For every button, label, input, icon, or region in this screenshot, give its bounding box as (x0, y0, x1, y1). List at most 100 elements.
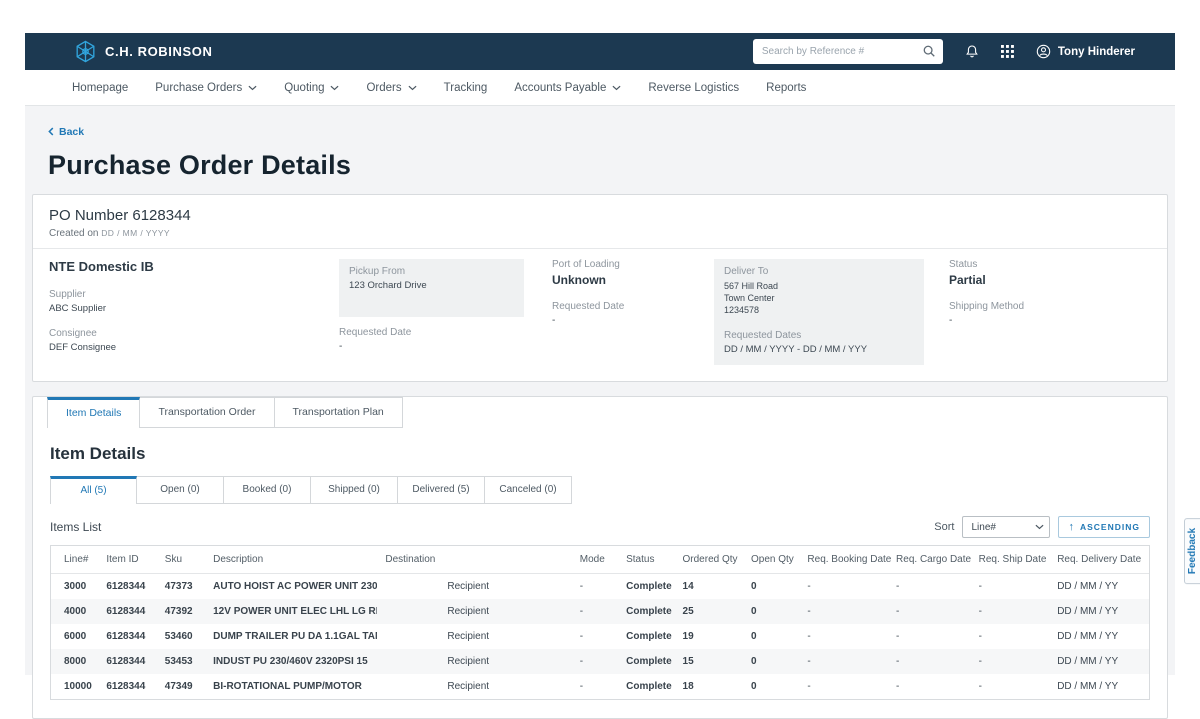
cell-line-number: 10000 (51, 674, 101, 699)
cell-description: 12V POWER UNIT ELEC LHL LG RES (208, 599, 377, 624)
sort-direction-button[interactable]: ↑ ASCENDING (1058, 516, 1150, 538)
pickup-from-value: 123 Orchard Drive (349, 280, 514, 291)
sort-select[interactable]: Line# (962, 516, 1050, 538)
cell-req-cargo-date: - (891, 649, 974, 674)
notifications-bell-icon[interactable] (965, 44, 979, 59)
table-row: 6000 6128344 53460 DUMP TRAILER PU DA 1.… (51, 624, 1149, 649)
cell-req-cargo-date: - (891, 599, 974, 624)
po-col-status: Status Partial Shipping Method - (924, 259, 1151, 365)
sort-label: Sort (934, 521, 954, 533)
table-row: 10000 6128344 47349 BI-ROTATIONAL PUMP/M… (51, 674, 1149, 699)
cell-line-number: 8000 (51, 649, 101, 674)
deliver-to-line-2: Town Center (724, 292, 914, 304)
tab-transportation-plan[interactable]: Transportation Plan (275, 397, 403, 428)
cell-sku: 47349 (160, 674, 208, 699)
subtab-booked[interactable]: Booked (0) (224, 476, 311, 504)
subtab-delivered[interactable]: Delivered (5) (398, 476, 485, 504)
subtab-open[interactable]: Open (0) (137, 476, 224, 504)
subtab-all[interactable]: All (5) (50, 476, 137, 504)
pickup-from-block: Pickup From 123 Orchard Drive (339, 259, 524, 317)
tab-item-details[interactable]: Item Details (47, 397, 140, 428)
nav-item-purchase-orders[interactable]: Purchase Orders (155, 82, 257, 94)
cell-req-delivery-date: DD / MM / YY (1052, 624, 1149, 649)
cell-req-ship-date: - (974, 649, 1053, 674)
items-list-section: Items List Sort Line# ↑ ASCENDING (50, 516, 1150, 700)
chevron-down-icon (330, 85, 339, 91)
nav-item-orders[interactable]: Orders (366, 82, 416, 94)
deliver-to-line-3: 1234578 (724, 304, 914, 316)
cell-ordered-qty: 25 (678, 599, 746, 624)
nav-item-quoting[interactable]: Quoting (284, 82, 339, 94)
cell-req-cargo-date: - (891, 574, 974, 600)
cell-item-id: 6128344 (101, 624, 159, 649)
cell-mode: - (575, 574, 621, 600)
cell-description: INDUST PU 230/460V 2320PSI 15 (208, 649, 377, 674)
table-header-row: Line# Item ID Sku Description Destinatio… (51, 546, 1149, 574)
search-input[interactable] (753, 39, 943, 64)
cell-ordered-qty: 15 (678, 649, 746, 674)
shipping-method-label: Shipping Method (949, 301, 1151, 312)
shipping-method-value: - (949, 315, 1151, 326)
user-menu[interactable]: Tony Hinderer (1036, 44, 1135, 59)
po-created-on: Created on DD / MM / YYYY (49, 228, 1151, 239)
tab-transportation-order[interactable]: Transportation Order (140, 397, 274, 428)
cell-req-ship-date: - (974, 599, 1053, 624)
cell-status: Complete (621, 574, 677, 600)
port-requested-date-label: Requested Date (552, 301, 714, 312)
cell-req-booking-date: - (802, 649, 891, 674)
chevron-left-icon (48, 127, 54, 136)
col-req-booking-date: Req. Booking Date (802, 546, 891, 574)
cell-status: Complete (621, 599, 677, 624)
apps-grid-icon[interactable] (1001, 45, 1014, 58)
cell-req-ship-date: - (974, 574, 1053, 600)
cell-description: AUTO HOIST AC POWER UNIT 230V (208, 574, 377, 600)
nav-item-tracking[interactable]: Tracking (444, 82, 488, 94)
pickup-requested-date-value: - (339, 341, 524, 352)
cell-req-cargo-date: - (891, 674, 974, 699)
cell-ordered-qty: 18 (678, 674, 746, 699)
cell-req-cargo-date: - (891, 624, 974, 649)
cell-line-number: 3000 (51, 574, 101, 600)
table-row: 4000 6128344 47392 12V POWER UNIT ELEC L… (51, 599, 1149, 624)
feedback-button[interactable]: Feedback (1184, 518, 1200, 584)
items-table-body: 3000 6128344 47373 AUTO HOIST AC POWER U… (51, 574, 1149, 700)
deliver-to-block: Deliver To 567 Hill Road Town Center 123… (714, 259, 924, 365)
cell-destination: Recipient (377, 649, 574, 674)
col-status: Status (621, 546, 677, 574)
items-list-toolbar: Items List Sort Line# ↑ ASCENDING (50, 516, 1150, 538)
main-nav: Homepage Purchase Orders Quoting Orders … (25, 70, 1175, 106)
cell-item-id: 6128344 (101, 599, 159, 624)
pickup-requested-date-label: Requested Date (339, 327, 524, 338)
cell-mode: - (575, 649, 621, 674)
subtab-shipped[interactable]: Shipped (0) (311, 476, 398, 504)
table-row: 8000 6128344 53453 INDUST PU 230/460V 23… (51, 649, 1149, 674)
app-frame: C.H. ROBINSON (25, 33, 1175, 675)
cell-open-qty: 0 (746, 624, 802, 649)
cell-ordered-qty: 19 (678, 624, 746, 649)
detail-tabs-card: Item Details Transportation Order Transp… (32, 396, 1168, 719)
cell-req-delivery-date: DD / MM / YY (1052, 574, 1149, 600)
nav-item-homepage[interactable]: Homepage (72, 82, 128, 94)
status-filter-tabs: All (5) Open (0) Booked (0) Shipped (0) … (50, 476, 1167, 504)
requested-dates-label: Requested Dates (724, 330, 914, 341)
page-title: Purchase Order Details (48, 150, 1168, 181)
subtab-canceled[interactable]: Canceled (0) (485, 476, 572, 504)
brand-name: C.H. ROBINSON (105, 44, 212, 59)
cell-item-id: 6128344 (101, 649, 159, 674)
nav-item-reports[interactable]: Reports (766, 82, 806, 94)
consignee-label: Consignee (49, 328, 339, 339)
cell-sku: 47392 (160, 599, 208, 624)
cell-destination: Recipient (377, 624, 574, 649)
brand-logo[interactable]: C.H. ROBINSON (75, 40, 212, 63)
main-tab-bar: Item Details Transportation Order Transp… (33, 397, 1167, 428)
nav-item-reverse-logistics[interactable]: Reverse Logistics (648, 82, 739, 94)
chr-hexagon-logo-icon (75, 40, 96, 63)
po-number: PO Number 6128344 (49, 207, 1151, 224)
cell-open-qty: 0 (746, 649, 802, 674)
cell-req-booking-date: - (802, 624, 891, 649)
table-row: 3000 6128344 47373 AUTO HOIST AC POWER U… (51, 574, 1149, 600)
cell-destination: Recipient (377, 599, 574, 624)
nav-item-accounts-payable[interactable]: Accounts Payable (514, 82, 621, 94)
back-link[interactable]: Back (48, 126, 84, 138)
search-icon[interactable] (922, 44, 936, 63)
